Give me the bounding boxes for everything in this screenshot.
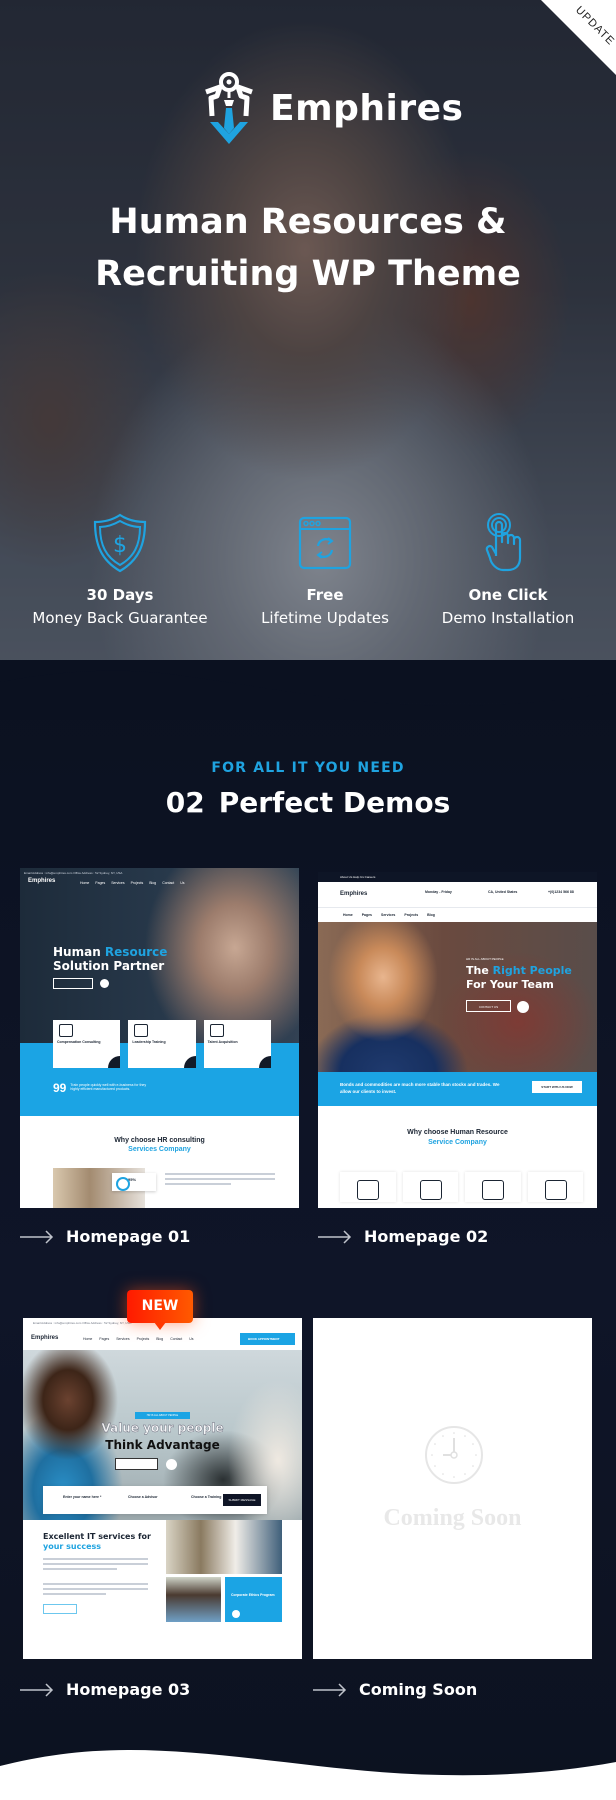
demo-link-coming-soon[interactable]: Coming Soon bbox=[313, 1680, 477, 1699]
feature-updates: Free Lifetime Updates bbox=[225, 512, 425, 630]
demo-link-homepage-02[interactable]: Homepage 02 bbox=[318, 1227, 488, 1246]
demo-label-text: Coming Soon bbox=[359, 1680, 478, 1699]
preview-text-lines bbox=[165, 1173, 275, 1188]
feature-title: 30 Days bbox=[86, 586, 154, 604]
coming-soon-card: Coming Soon bbox=[313, 1318, 592, 1659]
preview-contact-button bbox=[53, 978, 93, 989]
wave-divider-bottom bbox=[0, 1750, 616, 1800]
preview-play-icon bbox=[517, 1001, 529, 1013]
brand-name: Emphires bbox=[270, 87, 464, 129]
hero-title-line1: Human Resources & bbox=[109, 202, 507, 242]
preview-logo: Emphires bbox=[31, 1335, 59, 1341]
feature-one-click: One Click Demo Installation bbox=[408, 512, 608, 630]
preview-hero: HR IS ALL ABOUT PEOPLE The Right People … bbox=[318, 922, 597, 1072]
demo-preview-homepage-02[interactable]: About Us Help Us Careers Emphires Monday… bbox=[318, 872, 597, 1208]
feature-list: $ 30 Days Money Back Guarantee Free Life… bbox=[0, 512, 616, 642]
preview-topbar: About Us Help Us Careers bbox=[318, 872, 597, 882]
section-title: 02 Perfect Demos bbox=[0, 786, 616, 819]
preview-photo bbox=[166, 1577, 221, 1622]
arrow-right-icon bbox=[20, 1229, 54, 1244]
preview-card: Leadership Training bbox=[128, 1020, 196, 1068]
preview-text-lines bbox=[43, 1558, 148, 1598]
preview-logo: Emphires bbox=[340, 891, 368, 897]
preview-why-heading: Why choose Human Resource Service Compan… bbox=[407, 1129, 508, 1146]
feature-title: One Click bbox=[468, 586, 548, 604]
svg-text:$: $ bbox=[113, 533, 127, 558]
feature-subtitle: Lifetime Updates bbox=[261, 609, 389, 627]
hero-banner: UPDATE Emphires Human Resources & Recrui… bbox=[0, 0, 616, 720]
demo-label-text: Homepage 02 bbox=[364, 1227, 489, 1246]
preview-card: Compensation Consulting bbox=[53, 1020, 121, 1068]
preview-about-heading: Excellent IT services for your success bbox=[43, 1532, 151, 1551]
preview-why-heading: Why choose HR consulting Services Compan… bbox=[114, 1137, 205, 1153]
demo-link-homepage-03[interactable]: Homepage 03 bbox=[20, 1680, 190, 1699]
feature-subtitle: Money Back Guarantee bbox=[32, 609, 208, 627]
section-title-text: Perfect Demos bbox=[218, 786, 451, 819]
preview-form: Enter your name here * Choose a Advisor … bbox=[43, 1486, 267, 1514]
preview-header: Emphires Home Pages Services Projects Bl… bbox=[23, 1328, 302, 1350]
preview-contact-button: CONTACT US bbox=[466, 1000, 511, 1012]
feature-title: Free bbox=[306, 586, 344, 604]
preview-banner: Bonds and commodities are much more stab… bbox=[318, 1072, 597, 1106]
demo-label-text: Homepage 03 bbox=[66, 1680, 191, 1699]
preview-promo: Corporate Ethics Program bbox=[225, 1577, 282, 1622]
preview-service-cards: Compensation Consulting Leadership Train… bbox=[53, 1020, 271, 1068]
preview-quote: 99 Train people quickly well with e-busin… bbox=[53, 1081, 147, 1095]
feature-money-back: $ 30 Days Money Back Guarantee bbox=[20, 512, 220, 630]
shield-dollar-icon: $ bbox=[93, 513, 147, 573]
update-ribbon: UPDATE bbox=[541, 0, 616, 75]
preview-play-icon bbox=[100, 979, 109, 988]
demo-preview-homepage-01[interactable]: Email Address : info@emphires.com Office… bbox=[20, 868, 299, 1208]
arrow-right-icon bbox=[20, 1682, 54, 1697]
feature-subtitle: Demo Installation bbox=[441, 609, 575, 627]
demo-label-text: Homepage 01 bbox=[66, 1227, 191, 1246]
preview-headline: Human Resource Solution Partner bbox=[53, 945, 168, 973]
brand-logo: Emphires bbox=[200, 70, 463, 146]
preview-topbar: Email Address : info@emphires.com Office… bbox=[24, 871, 123, 875]
browser-refresh-icon bbox=[298, 516, 352, 570]
logo-icon bbox=[205, 72, 253, 144]
preview-nav: Home Pages Services Projects Blog Contac… bbox=[83, 1337, 194, 1341]
preview-photo bbox=[166, 1520, 282, 1574]
clock-icon bbox=[425, 1426, 483, 1484]
preview-feature-boxes bbox=[340, 1172, 583, 1202]
preview-hero: Email Address : info@emphires.com Office… bbox=[20, 868, 299, 1043]
preview-nav: Home Pages Services Projects Blog bbox=[318, 908, 597, 922]
new-badge: NEW bbox=[127, 1290, 193, 1330]
demo-link-homepage-01[interactable]: Homepage 01 bbox=[20, 1227, 190, 1246]
preview-stat: 95% bbox=[112, 1173, 156, 1191]
hero-title: Human Resources & Recruiting WP Theme bbox=[0, 196, 616, 300]
coming-soon-text: Coming Soon bbox=[383, 1505, 522, 1531]
tap-hand-icon bbox=[485, 513, 522, 572]
preview-logo: Emphires bbox=[28, 878, 56, 884]
preview-header: Emphires Monday - Friday CA, United Stat… bbox=[318, 882, 597, 908]
demo-count: 02 bbox=[165, 786, 205, 819]
arrow-right-icon bbox=[318, 1229, 352, 1244]
hero-title-line2: Recruiting WP Theme bbox=[95, 254, 521, 294]
demo-preview-homepage-03[interactable]: Email Address : info@emphires.com Office… bbox=[23, 1318, 302, 1659]
preview-appointment-button: BOOK APPOINTMENT bbox=[240, 1333, 295, 1345]
preview-nav: Home Pages Services Projects Blog Contac… bbox=[80, 881, 185, 885]
section-kicker: FOR ALL IT YOU NEED bbox=[211, 760, 405, 776]
arrow-right-icon bbox=[313, 1682, 347, 1697]
preview-card: Talent Acquisition bbox=[203, 1020, 271, 1068]
